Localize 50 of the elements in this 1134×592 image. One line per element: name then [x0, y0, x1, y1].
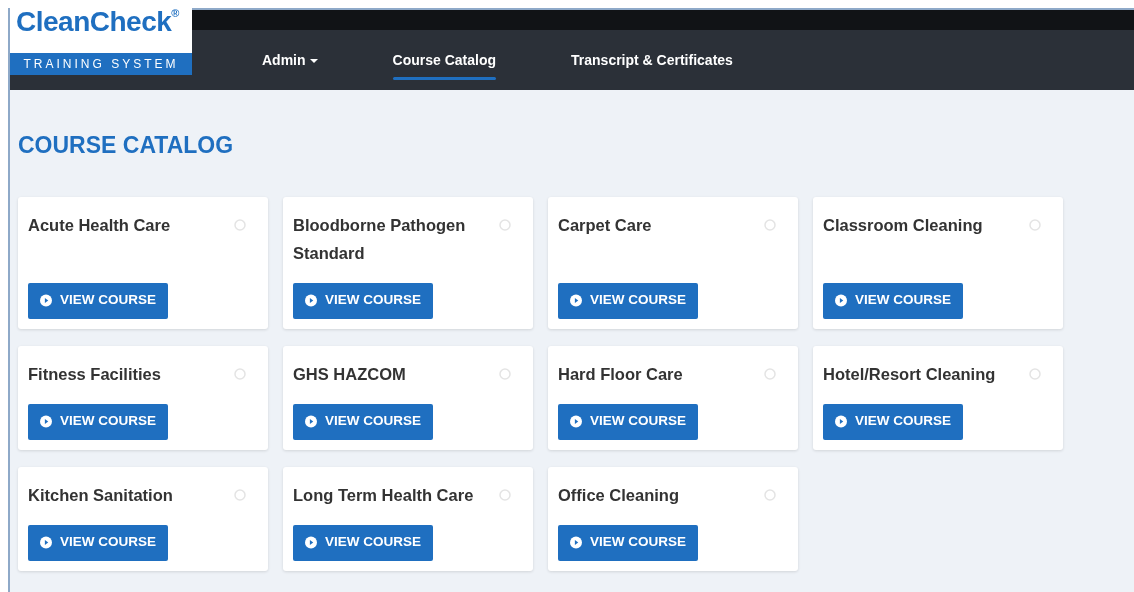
nav-tab[interactable]: Transcript & Certificates	[571, 40, 733, 80]
view-course-button[interactable]: VIEW COURSE	[823, 403, 963, 440]
status-circle-icon	[1029, 218, 1041, 231]
play-icon	[40, 414, 52, 429]
course-title: Hard Floor Care	[558, 363, 684, 385]
logo-name: CleanCheck®	[16, 8, 179, 36]
view-course-button[interactable]: VIEW COURSE	[558, 524, 698, 561]
status-circle-icon	[764, 218, 776, 231]
view-course-button[interactable]: VIEW COURSE	[28, 282, 168, 319]
play-icon	[570, 414, 582, 429]
course-title: Fitness Facilities	[28, 363, 162, 385]
status-circle-icon	[234, 218, 246, 231]
play-icon	[835, 414, 847, 429]
status-circle-icon	[764, 488, 776, 501]
course-title: Hotel/Resort Cleaning	[823, 363, 997, 385]
course-title: Classroom Cleaning	[823, 214, 984, 236]
view-course-button[interactable]: VIEW COURSE	[28, 524, 168, 561]
view-course-button[interactable]: VIEW COURSE	[293, 524, 433, 561]
course-title: GHS HAZCOM	[293, 363, 407, 385]
course-title: Long Term Health Care	[293, 484, 475, 506]
play-icon	[40, 293, 52, 308]
status-circle-icon	[234, 488, 246, 501]
course-title: Kitchen Sanitation	[28, 484, 174, 506]
play-icon	[570, 293, 582, 308]
nav-tab[interactable]: Course Catalog	[392, 40, 497, 80]
view-course-button[interactable]: VIEW COURSE	[293, 282, 433, 319]
course-title: Carpet Care	[558, 214, 653, 236]
play-icon	[305, 535, 317, 550]
view-course-button[interactable]: VIEW COURSE	[28, 403, 168, 440]
nav-tab[interactable]: Admin	[262, 40, 318, 80]
status-circle-icon	[234, 367, 246, 380]
course-title: Office Cleaning	[558, 484, 681, 506]
course-title: Acute Health Care	[28, 214, 172, 236]
view-course-button[interactable]: VIEW COURSE	[823, 282, 963, 319]
play-icon	[570, 535, 582, 550]
play-icon	[305, 414, 317, 429]
logo-tagline: TRAINING SYSTEM	[10, 53, 192, 75]
view-course-button[interactable]: VIEW COURSE	[293, 403, 433, 440]
play-icon	[835, 293, 847, 308]
status-circle-icon	[764, 367, 776, 380]
play-icon	[40, 535, 52, 550]
play-icon	[305, 293, 317, 308]
view-course-button[interactable]: VIEW COURSE	[558, 282, 698, 319]
course-title: Bloodborne Pathogen Standard	[293, 214, 467, 264]
view-course-button[interactable]: VIEW COURSE	[558, 403, 698, 440]
status-circle-icon	[499, 488, 511, 501]
status-circle-icon	[499, 367, 511, 380]
status-circle-icon	[1029, 367, 1041, 380]
page-title: COURSE CATALOG	[18, 131, 235, 160]
status-circle-icon	[499, 218, 511, 231]
